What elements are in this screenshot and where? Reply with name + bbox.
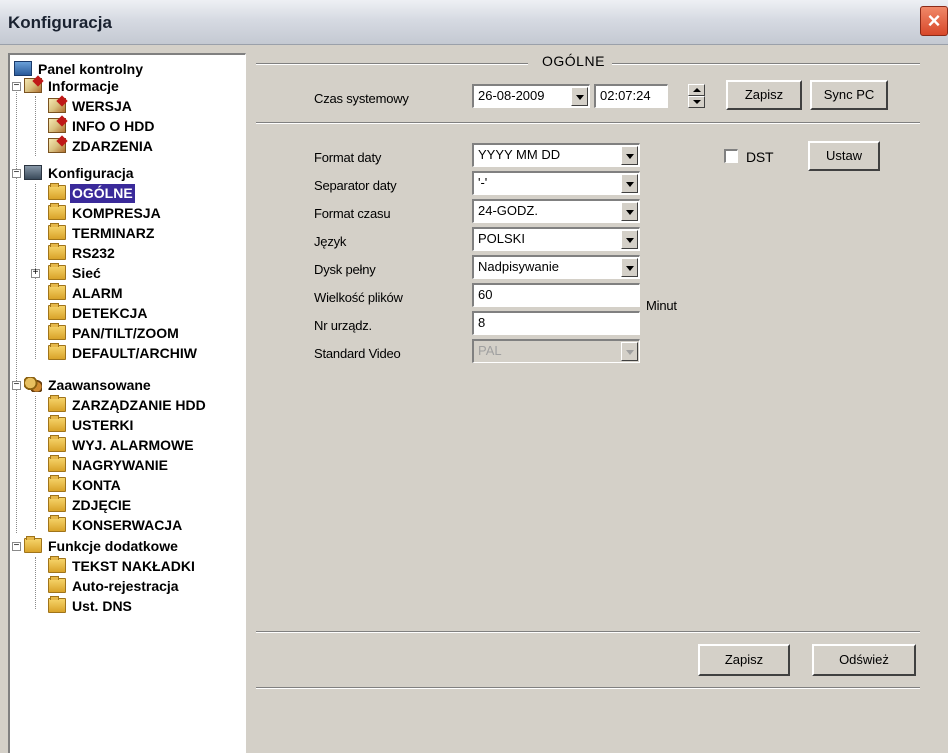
- navigation-tree: Panel kontrolny − Informacje WERSJA INFO…: [8, 53, 246, 753]
- folder-icon: [48, 283, 66, 300]
- section-title: OGÓLNE: [542, 53, 605, 69]
- date-separator-label: Separator daty: [314, 178, 397, 193]
- folder-icon: [48, 343, 66, 360]
- time-spinner[interactable]: [688, 84, 705, 108]
- chevron-down-icon[interactable]: [621, 230, 638, 249]
- video-standard-select: PAL: [472, 339, 640, 363]
- file-size-input[interactable]: 60: [472, 283, 640, 307]
- disk-full-select[interactable]: Nadpisywanie: [472, 255, 640, 279]
- time-input[interactable]: 02:07:24: [594, 84, 668, 108]
- save-button[interactable]: Zapisz: [698, 644, 790, 676]
- tree-connector: [16, 85, 17, 533]
- dst-checkbox[interactable]: [724, 149, 738, 163]
- divider: [256, 122, 920, 124]
- language-select[interactable]: POLSKI: [472, 227, 640, 251]
- notes-icon: [48, 98, 66, 113]
- tree-connector: [35, 96, 36, 156]
- folder-icon: [48, 475, 66, 492]
- file-size-label: Wielkość plików: [314, 290, 403, 305]
- date-separator-select[interactable]: '-': [472, 171, 640, 195]
- save-time-button[interactable]: Zapisz: [726, 80, 802, 110]
- chevron-down-icon[interactable]: [621, 174, 638, 193]
- video-standard-label: Standard Video: [314, 346, 401, 361]
- folder-icon: [48, 596, 66, 613]
- chevron-down-icon[interactable]: [621, 202, 638, 221]
- notes-icon: [48, 138, 66, 153]
- collapse-toggle[interactable]: −: [12, 82, 21, 92]
- sync-pc-button[interactable]: Sync PC: [810, 80, 888, 110]
- title-bar: Konfiguracja ×: [0, 0, 948, 45]
- file-size-unit: Minut: [646, 298, 677, 313]
- folder-icon: [24, 536, 42, 553]
- folder-icon: [48, 556, 66, 573]
- language-label: Język: [314, 234, 347, 249]
- folder-icon: [48, 203, 66, 220]
- folder-icon: [48, 223, 66, 240]
- divider: [256, 687, 920, 689]
- refresh-button[interactable]: Odśwież: [812, 644, 916, 676]
- folder-icon: [48, 263, 66, 280]
- folder-icon: [48, 183, 66, 200]
- folder-icon: [48, 303, 66, 320]
- monitor-icon: [14, 61, 32, 76]
- collapse-toggle[interactable]: −: [12, 381, 21, 391]
- spin-up-icon[interactable]: [688, 84, 705, 96]
- divider: [612, 63, 920, 65]
- folder-icon: [48, 455, 66, 472]
- chevron-down-icon[interactable]: [571, 87, 588, 106]
- folder-icon: [48, 576, 66, 593]
- folder-icon: [48, 415, 66, 432]
- divider: [256, 631, 920, 633]
- system-time-label: Czas systemowy: [314, 91, 409, 106]
- folder-icon: [48, 243, 66, 260]
- collapse-toggle[interactable]: −: [12, 169, 21, 179]
- chevron-down-icon: [621, 342, 638, 361]
- close-icon[interactable]: ×: [920, 6, 948, 36]
- date-format-select[interactable]: YYYY MM DD: [472, 143, 640, 167]
- collapse-toggle[interactable]: −: [12, 542, 21, 552]
- dst-label: DST: [746, 149, 774, 165]
- folder-icon: [48, 435, 66, 452]
- folder-icon: [48, 495, 66, 512]
- gears-icon: [24, 377, 42, 392]
- folder-icon: [48, 515, 66, 532]
- notes-icon: [24, 78, 42, 93]
- spin-down-icon[interactable]: [688, 96, 705, 108]
- set-button[interactable]: Ustaw: [808, 141, 880, 171]
- window-title: Konfiguracja: [8, 13, 112, 32]
- chevron-down-icon[interactable]: [621, 258, 638, 277]
- date-format-label: Format daty: [314, 150, 382, 165]
- time-format-select[interactable]: 24-GODZ.: [472, 199, 640, 223]
- chevron-down-icon[interactable]: [621, 146, 638, 165]
- device-no-input[interactable]: 8: [472, 311, 640, 335]
- disk-full-label: Dysk pełny: [314, 262, 376, 277]
- time-format-label: Format czasu: [314, 206, 391, 221]
- date-picker[interactable]: 26-08-2009: [472, 84, 590, 108]
- tree-connector: [35, 396, 36, 529]
- notes-icon: [48, 118, 66, 133]
- expand-toggle[interactable]: +: [31, 269, 40, 279]
- settings-panel: OGÓLNE Czas systemowy 26-08-2009 02:07:2…: [248, 53, 940, 753]
- config-window: Konfiguracja × Panel kontrolny − Informa…: [0, 0, 948, 753]
- device-no-label: Nr urządz.: [314, 318, 372, 333]
- folder-icon: [48, 323, 66, 340]
- divider: [256, 63, 528, 65]
- folder-icon: [48, 395, 66, 412]
- tree-connector: [35, 557, 36, 609]
- tools-icon: [24, 165, 42, 180]
